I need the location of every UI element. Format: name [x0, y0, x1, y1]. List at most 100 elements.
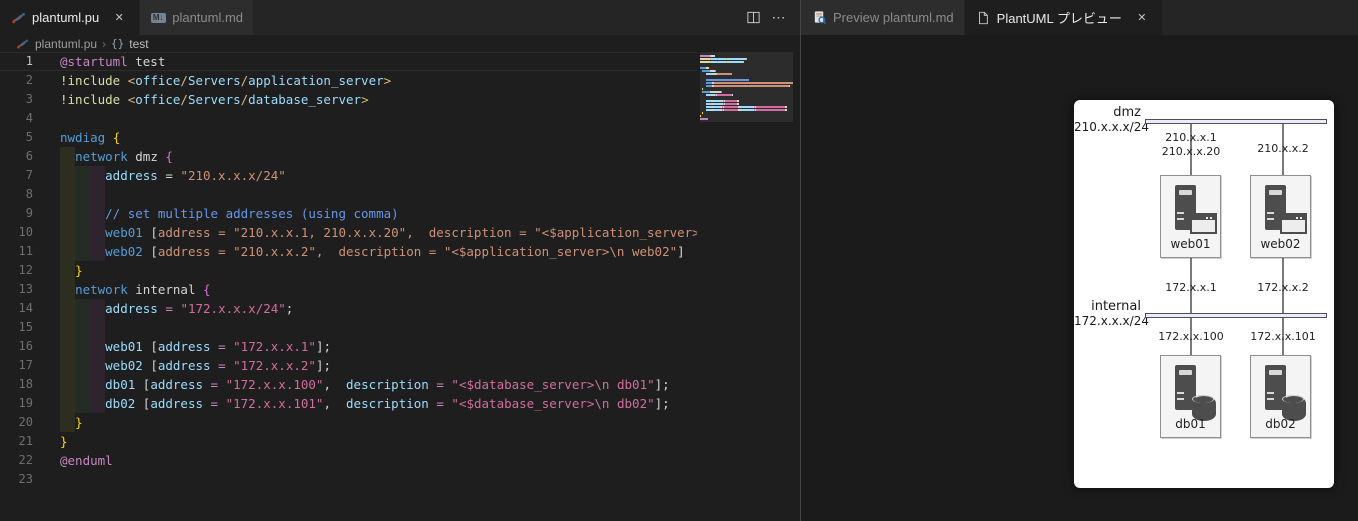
indent-guide-band: [75, 318, 91, 337]
code-text: network dmz {: [75, 149, 173, 164]
plantuml-file-icon: [16, 37, 30, 51]
code-line[interactable]: 8: [0, 185, 697, 204]
code-line[interactable]: 23: [0, 470, 697, 489]
tab-label: PlantUML プレビュー: [996, 11, 1122, 26]
node-label: web01: [1170, 237, 1211, 251]
code-text: db01 [address = "172.x.x.100", descripti…: [105, 377, 670, 392]
code-line[interactable]: 19 db02 [address = "172.x.x.101", descri…: [0, 394, 697, 413]
line-number: 20: [18, 415, 33, 429]
indent-guide-band: [60, 185, 75, 204]
code-editor[interactable]: 1 @startuml test 2 !include <office/Servers…: [0, 52, 800, 521]
tab-preview-plantuml-md[interactable]: Preview plantuml.md: [801, 0, 965, 35]
line-number: 15: [18, 320, 33, 334]
line-number: 3: [25, 92, 33, 106]
minimap-content: [700, 55, 793, 124]
chevron-right-icon: ›: [102, 36, 107, 51]
file-icon: [975, 10, 991, 26]
breadcrumb-file[interactable]: plantuml.pu: [35, 37, 97, 51]
code-text: web01 [address = "210.x.x.1, 210.x.x.20"…: [105, 225, 697, 240]
tab-plantuml-md[interactable]: M↓ plantuml.md: [140, 0, 255, 35]
tab-label: Preview plantuml.md: [833, 10, 954, 25]
node-db02: db02: [1250, 355, 1311, 438]
addr-web02-internal: 172.x.x.2: [1257, 281, 1309, 294]
code-line[interactable]: 15: [0, 318, 697, 337]
network-bar-internal: [1145, 313, 1327, 318]
breadcrumb: plantuml.pu › {} test: [0, 35, 800, 52]
tab-label: plantuml.md: [172, 10, 244, 25]
line-number: 23: [18, 472, 33, 486]
line-number: 12: [18, 263, 33, 277]
node-web02: web02: [1250, 175, 1311, 258]
code-lines: 1 @startuml test 2 !include <office/Servers…: [0, 52, 800, 489]
code-line[interactable]: 5 nwdiag {: [0, 128, 697, 147]
line-number: 10: [18, 225, 33, 239]
code-line[interactable]: 7 address = "210.x.x.x/24": [0, 166, 697, 185]
close-icon[interactable]: ✕: [1132, 8, 1152, 28]
code-text: !include <office/Servers/application_ser…: [60, 73, 392, 88]
plantuml-file-icon: [10, 10, 26, 26]
node-label: db02: [1265, 417, 1296, 431]
code-text: }: [75, 415, 83, 430]
line-number: 14: [18, 301, 33, 315]
code-line[interactable]: 6 network dmz {: [0, 147, 697, 166]
addr-db02: 172.x.x.101: [1250, 330, 1316, 343]
code-line[interactable]: 3 !include <office/Servers/database_serve…: [0, 90, 697, 109]
addr-web02-dmz: 210.x.x.2: [1257, 142, 1309, 155]
addr-web01-internal: 172.x.x.1: [1165, 281, 1217, 294]
indent-guide-band: [90, 185, 106, 204]
vscode-window: plantuml.pu ✕ M↓ plantuml.md ⋯ plantuml.…: [0, 0, 1358, 521]
application-icon: [1190, 213, 1217, 234]
minimap[interactable]: [700, 52, 793, 521]
line-number: 17: [18, 358, 33, 372]
code-line[interactable]: 10 web01 [address = "210.x.x.1, 210.x.x.…: [0, 223, 697, 242]
editor-actions: ⋯: [740, 0, 800, 35]
plantuml-preview-pane[interactable]: dmz 210.x.x.x/24 internal 172.x.x.x/24 2…: [801, 35, 1358, 521]
node-db01: db01: [1160, 355, 1221, 438]
code-text: web02 [address = "172.x.x.2"];: [105, 358, 331, 373]
code-line[interactable]: 13 network internal {: [0, 280, 697, 299]
indent-guide-band: [90, 318, 106, 337]
code-line[interactable]: 21}: [0, 432, 697, 451]
line-number: 16: [18, 339, 33, 353]
code-line[interactable]: 14 address = "172.x.x.x/24";: [0, 299, 697, 318]
network-bar-dmz: [1145, 119, 1327, 124]
code-line[interactable]: 1 @startuml test: [0, 52, 697, 71]
more-actions-icon[interactable]: ⋯: [766, 5, 792, 31]
breadcrumb-symbol[interactable]: test: [129, 37, 148, 51]
network-name-internal: internal: [1091, 299, 1141, 314]
right-editor-group: Preview plantuml.md PlantUML プレビュー ✕ dmz…: [800, 0, 1358, 521]
code-text: nwdiag {: [60, 130, 121, 145]
nwdiag-diagram: dmz 210.x.x.x/24 internal 172.x.x.x/24 2…: [1074, 100, 1334, 488]
network-cidr-dmz: 210.x.x.x/24: [1074, 120, 1149, 134]
code-line[interactable]: 4: [0, 109, 697, 128]
addr-web01-dmz: 210.x.x.1 210.x.x.20: [1161, 131, 1221, 158]
tab-plantuml-preview[interactable]: PlantUML プレビュー ✕: [964, 0, 1163, 35]
split-editor-icon[interactable]: [740, 5, 766, 31]
line-number: 8: [25, 187, 33, 201]
code-line[interactable]: 2 !include <office/Servers/application_se…: [0, 71, 697, 90]
line-number: 11: [18, 244, 33, 258]
code-line[interactable]: 17 web02 [address = "172.x.x.2"];: [0, 356, 697, 375]
line-number: 7: [25, 168, 33, 182]
line-number: 18: [18, 377, 33, 391]
left-tab-bar: plantuml.pu ✕ M↓ plantuml.md ⋯: [0, 0, 800, 35]
line-number: 19: [18, 396, 33, 410]
code-line[interactable]: 9 // set multiple addresses (using comma…: [0, 204, 697, 223]
markdown-preview-icon: [811, 10, 827, 26]
code-text: network internal {: [75, 282, 211, 297]
code-line[interactable]: 11 web02 [address = "210.x.x.2", descrip…: [0, 242, 697, 261]
code-text: !include <office/Servers/database_server…: [60, 92, 369, 107]
code-line[interactable]: 16 web01 [address = "172.x.x.1"];: [0, 337, 697, 356]
close-icon[interactable]: ✕: [109, 8, 129, 28]
line-number: 5: [25, 130, 33, 144]
code-line[interactable]: 22 @enduml: [0, 451, 697, 470]
node-label: db01: [1175, 417, 1206, 431]
line-number: 4: [25, 111, 33, 125]
code-text: @startuml test: [60, 54, 166, 69]
code-line[interactable]: 20 }: [0, 413, 697, 432]
code-text: @enduml: [60, 453, 113, 468]
tab-plantuml-pu[interactable]: plantuml.pu ✕: [0, 0, 141, 35]
code-line[interactable]: 18 db01 [address = "172.x.x.100", descri…: [0, 375, 697, 394]
code-line[interactable]: 12 }: [0, 261, 697, 280]
code-text: // set multiple addresses (using comma): [105, 206, 399, 221]
